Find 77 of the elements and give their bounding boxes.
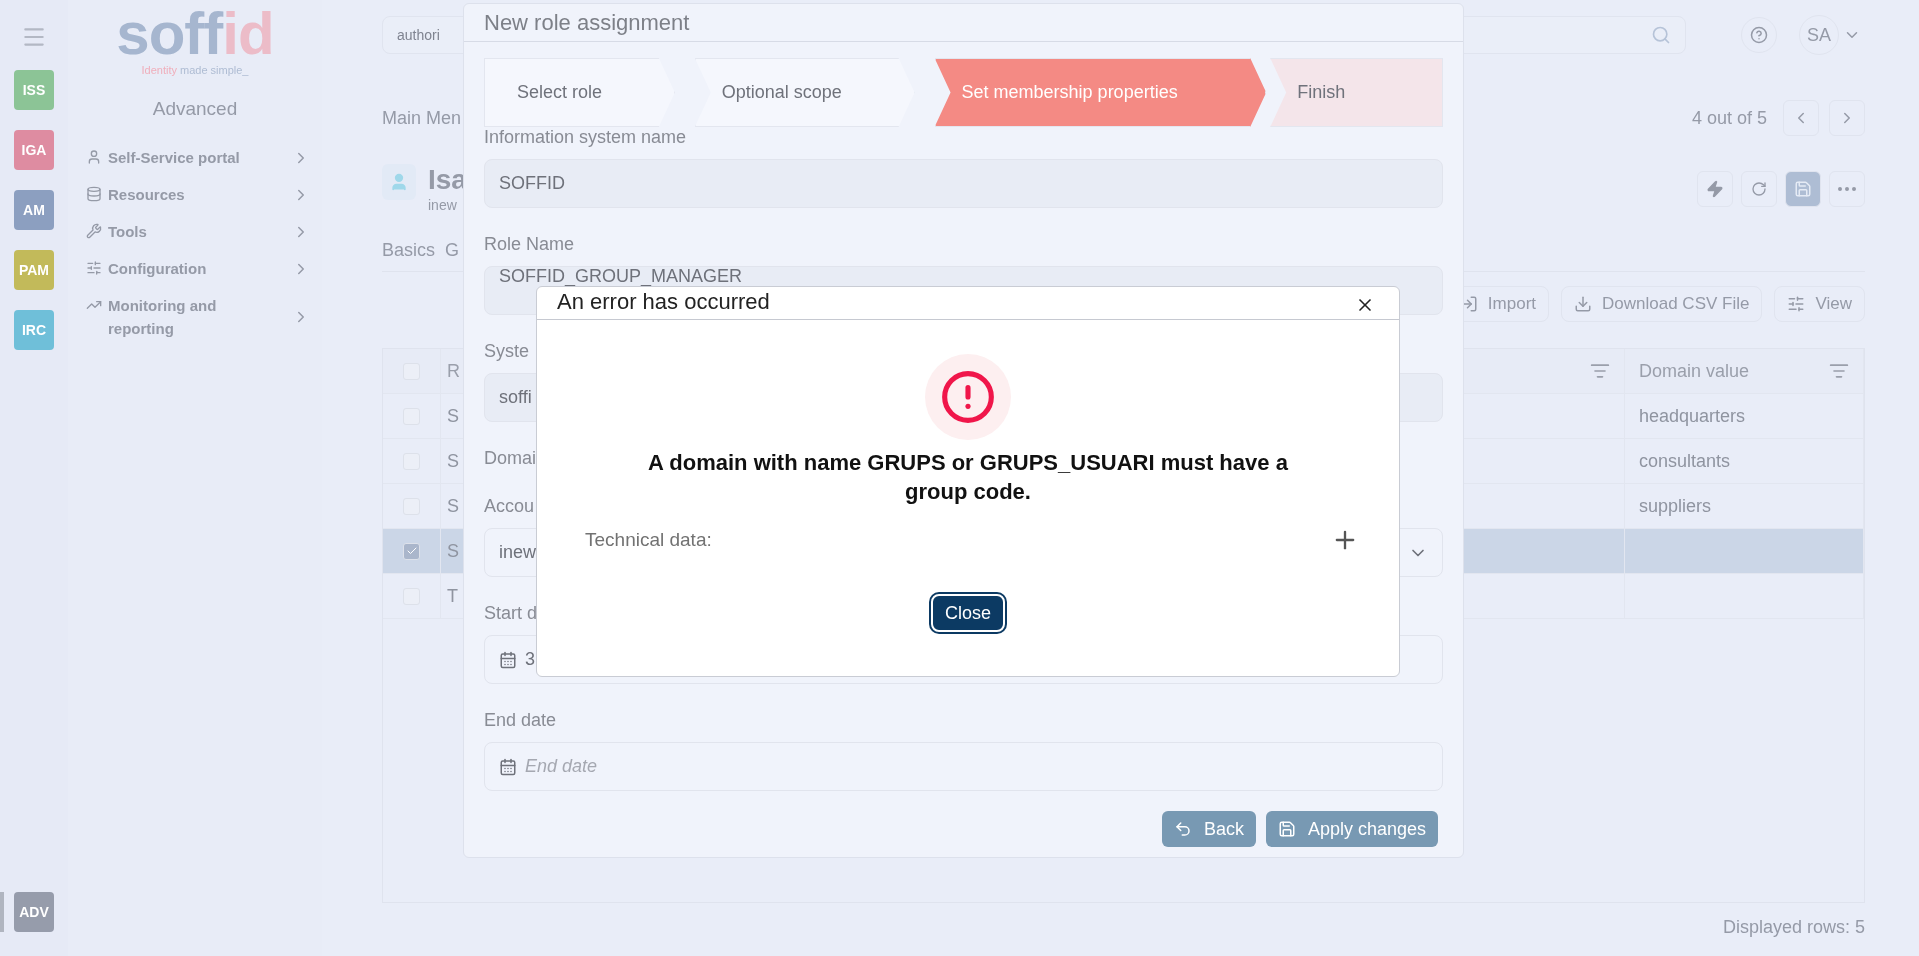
help-icon: [1750, 26, 1768, 44]
date-field[interactable]: End date: [484, 742, 1443, 791]
table-cell: S: [447, 405, 459, 427]
bolt-button[interactable]: [1697, 171, 1733, 207]
more-icon: [1838, 187, 1856, 191]
dialog-title: New role assignment: [484, 10, 690, 35]
user-icon: [86, 149, 102, 165]
technical-data-label: Technical data:: [585, 529, 712, 551]
close-button[interactable]: Close: [931, 594, 1005, 632]
more-button[interactable]: [1829, 171, 1865, 207]
field-label: End date: [484, 710, 557, 732]
back-button[interactable]: Back: [1161, 811, 1256, 847]
check-icon: [405, 545, 418, 557]
table-cell: suppliers: [1639, 495, 1712, 517]
database-icon: [86, 186, 102, 202]
calendar-icon: [499, 650, 517, 669]
column-header[interactable]: R: [447, 360, 460, 382]
tab[interactable]: G: [445, 240, 460, 263]
field-label: Accou: [484, 496, 535, 518]
wizard-step[interactable]: Set membership properties: [934, 58, 1267, 127]
wizard-step[interactable]: Select role: [484, 58, 675, 127]
sidebar-item[interactable]: Tools: [86, 220, 310, 243]
module-button[interactable]: ISS: [14, 70, 54, 110]
previous-button[interactable]: [1783, 100, 1819, 136]
field-label: Role Name: [484, 234, 575, 256]
input-field[interactable]: SOFFID: [484, 159, 1443, 208]
toolbar-button[interactable]: Download CSV File: [1561, 286, 1763, 322]
module-button[interactable]: AM: [14, 190, 54, 230]
table-cell: T: [447, 585, 458, 607]
module-button[interactable]: PAM: [14, 250, 54, 290]
page-subtitle: inew: [428, 197, 457, 213]
bolt-icon: [1706, 180, 1724, 198]
field-label: Domai: [484, 448, 536, 470]
error-message: A domain with name GRUPS or GRUPS_USUARI must have a group code.: [647, 449, 1289, 506]
checkbox[interactable]: [403, 542, 420, 560]
column-header[interactable]: Domain value: [1639, 360, 1750, 382]
filter-icon[interactable]: [1829, 361, 1849, 381]
sidebar-item[interactable]: Self-Service portal: [86, 146, 310, 169]
table-cell: S: [447, 540, 459, 562]
calendar-icon: [499, 757, 517, 776]
back-arrow-icon: [1173, 820, 1192, 838]
row-count: Displayed rows: 5: [1722, 917, 1865, 938]
user-icon: [382, 164, 416, 200]
error-dialog-title: An error has occurred: [557, 289, 770, 315]
next-button[interactable]: [1829, 100, 1865, 136]
apply-button[interactable]: Apply changes: [1265, 811, 1438, 847]
table-cell: S: [447, 450, 459, 472]
download-icon: [1574, 295, 1593, 313]
table-cell: headquarters: [1639, 405, 1746, 427]
breadcrumb[interactable]: Main Men: [382, 107, 462, 129]
refresh-icon: [1751, 181, 1767, 197]
wizard-step[interactable]: Optional scope: [694, 58, 915, 127]
field-label: Syste: [484, 341, 530, 363]
sidebar-item[interactable]: Monitoring and reporting: [86, 294, 310, 340]
record-counter: 4 out of 5: [1691, 107, 1767, 129]
save-button[interactable]: [1785, 171, 1821, 207]
wrench-icon: [86, 223, 102, 239]
sidebar-item[interactable]: Configuration: [86, 257, 310, 280]
module-button[interactable]: IRC: [14, 310, 54, 350]
toolbar-button[interactable]: View: [1774, 286, 1865, 322]
field-label: Information system name: [484, 127, 687, 149]
table-cell: consultants: [1639, 450, 1731, 472]
sliders-icon: [86, 260, 102, 276]
refresh-button[interactable]: [1741, 171, 1777, 207]
filter-icon[interactable]: [1590, 361, 1610, 381]
tab[interactable]: Basics: [382, 240, 435, 263]
module-button[interactable]: ADV: [14, 892, 54, 932]
sliders-icon: [1787, 295, 1806, 313]
sidebar-item[interactable]: Resources: [86, 183, 310, 206]
search-icon[interactable]: [1651, 25, 1671, 45]
sidebar-heading: Advanced: [152, 98, 238, 120]
wizard-step[interactable]: Finish: [1270, 58, 1443, 127]
save-icon: [1794, 180, 1812, 198]
table-cell: S: [447, 495, 459, 517]
save-icon: [1277, 820, 1296, 838]
module-button[interactable]: IGA: [14, 130, 54, 170]
field-label: Start d: [484, 603, 538, 625]
